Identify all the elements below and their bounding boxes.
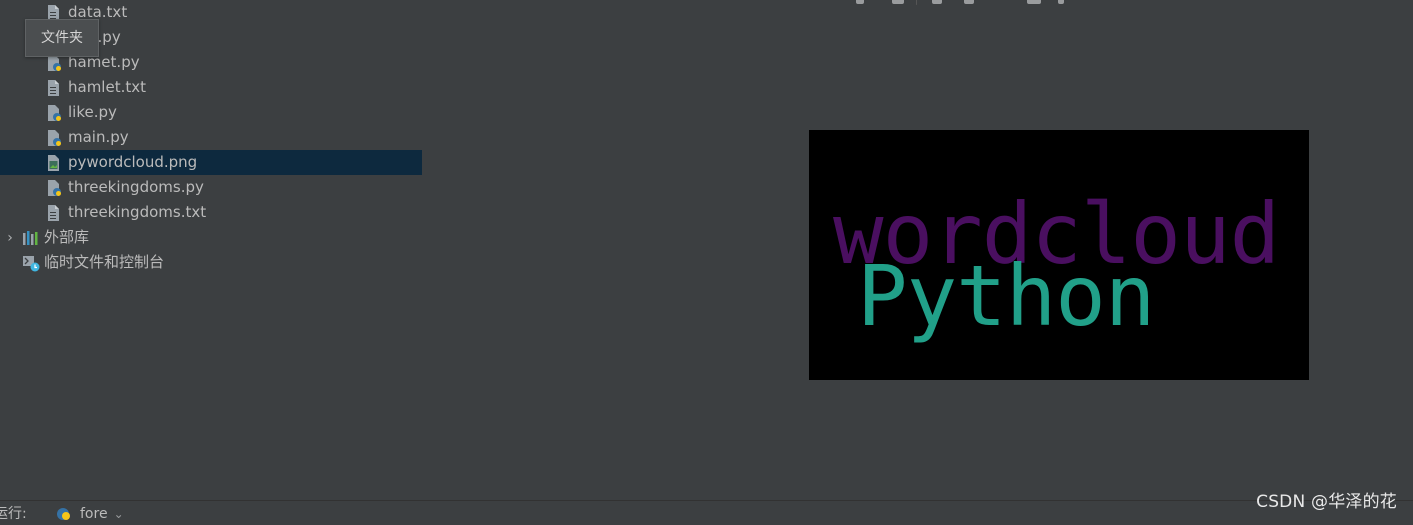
project-tree: data.txt fore.py hamet.py hamlet.txt lik… [0, 0, 468, 500]
toolbar-separator [916, 0, 917, 5]
python-file-icon [46, 129, 62, 147]
tree-item-label: 外部库 [44, 228, 90, 246]
image-file-icon [46, 154, 62, 172]
grid-icon[interactable] [1027, 0, 1041, 4]
tree-item-label: like.py [68, 103, 117, 121]
tree-item-threekingdoms-txt[interactable]: threekingdoms.txt [0, 200, 468, 225]
tree-item-label: 临时文件和控制台 [44, 253, 165, 271]
zoom-in-icon[interactable] [856, 0, 864, 4]
folder-tooltip: 文件夹 [25, 19, 99, 57]
text-file-icon [46, 79, 62, 97]
run-config-tab[interactable]: fore ⌄ [56, 506, 124, 522]
tree-item-hamlet-txt[interactable]: hamlet.txt [0, 75, 468, 100]
tree-item-scratches[interactable]: 临时文件和控制台 [0, 250, 444, 275]
actual-size-icon[interactable] [932, 0, 942, 4]
color-picker-icon[interactable] [1058, 0, 1064, 4]
tree-item-like-py[interactable]: like.py [0, 100, 468, 125]
zoom-out-icon[interactable] [892, 0, 904, 4]
library-icon [22, 229, 38, 247]
wordcloud-word: Python [857, 247, 1155, 345]
python-file-icon [46, 104, 62, 122]
tree-item-label: main.py [68, 128, 129, 146]
run-tool-window-bar: 运行: fore ⌄ [0, 500, 1413, 522]
tree-item-label: pywordcloud.png [68, 153, 198, 171]
csdn-watermark: CSDN @华泽的花 [1256, 492, 1397, 512]
tree-item-label: threekingdoms.py [68, 178, 204, 196]
tree-item-label: hamlet.txt [68, 78, 146, 96]
python-file-icon [46, 179, 62, 197]
png-preview: wordcloud Python [809, 130, 1309, 380]
tree-item-label: threekingdoms.txt [68, 203, 207, 221]
chevron-right-icon[interactable]: › [2, 229, 18, 247]
tree-item-main-py[interactable]: main.py [0, 125, 468, 150]
tree-item-external-libraries[interactable]: › 外部库 [0, 225, 424, 250]
run-tab-label: fore [80, 506, 108, 522]
tree-item-threekingdoms-py[interactable]: threekingdoms.py [0, 175, 468, 200]
fit-zoom-icon[interactable] [964, 0, 974, 4]
text-file-icon [46, 204, 62, 222]
scratches-icon [22, 254, 40, 272]
tree-item-pywordcloud-png[interactable]: pywordcloud.png [0, 150, 468, 175]
